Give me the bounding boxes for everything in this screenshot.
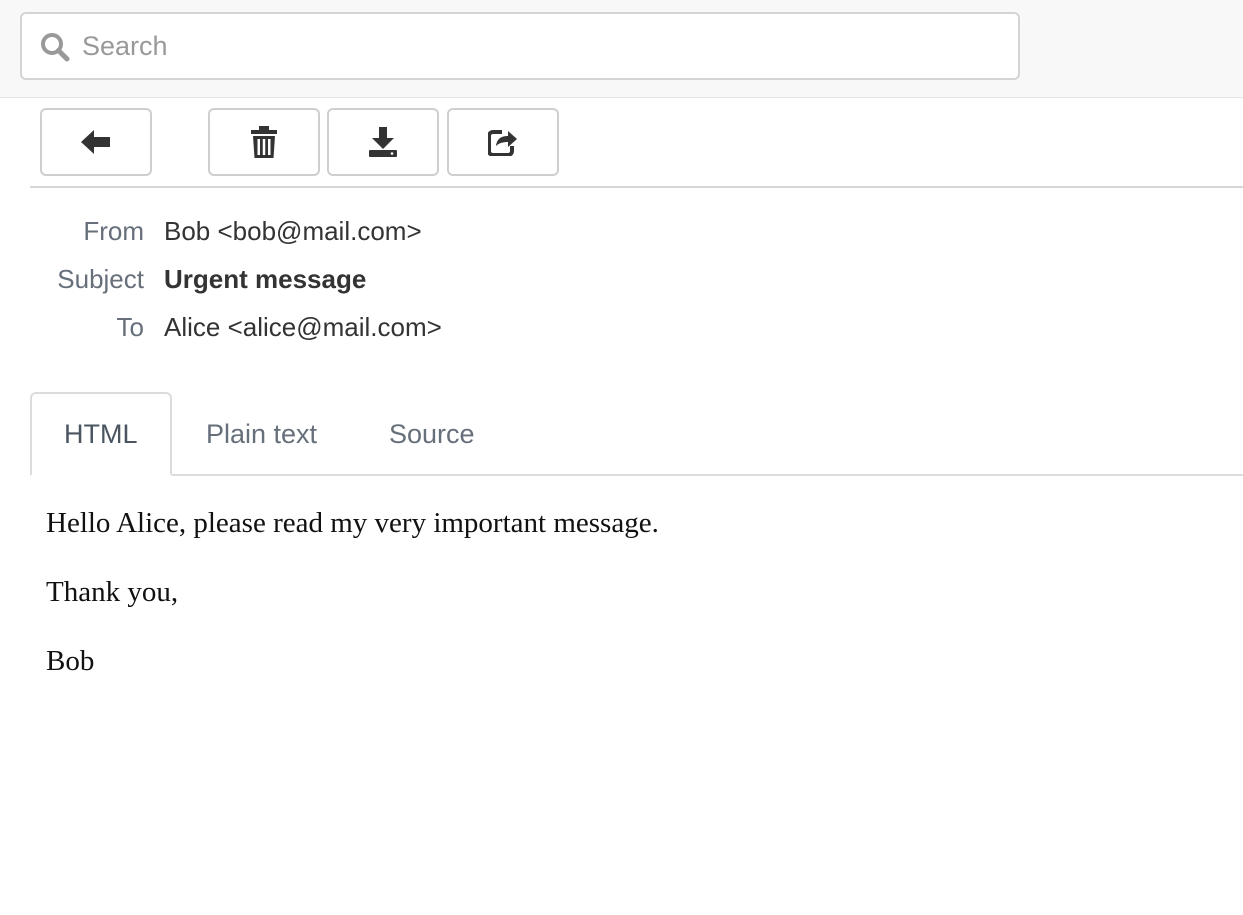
- tab-source[interactable]: Source: [357, 392, 507, 476]
- back-arrow-icon: [81, 130, 110, 154]
- toolbar-divider: [30, 186, 1243, 188]
- subject-label: Subject: [57, 264, 144, 294]
- to-label: To: [116, 312, 144, 342]
- share-icon: [488, 130, 517, 156]
- message-paragraph: Bob: [46, 645, 95, 677]
- download-icon: [369, 127, 397, 157]
- search-input[interactable]: [82, 16, 1002, 76]
- tab-html[interactable]: HTML: [30, 392, 172, 476]
- back-button[interactable]: [40, 108, 152, 176]
- message-paragraph: Hello Alice, please read my very importa…: [46, 507, 659, 539]
- from-value: Bob <bob@mail.com>: [164, 216, 422, 246]
- tab-plain-text[interactable]: Plain text: [174, 392, 349, 476]
- top-bar: [0, 0, 1243, 98]
- search-box[interactable]: [20, 12, 1020, 80]
- share-button[interactable]: [447, 108, 559, 176]
- message-paragraph: Thank you,: [46, 576, 179, 608]
- download-button[interactable]: [327, 108, 439, 176]
- trash-icon: [251, 126, 277, 158]
- message-body: Hello Alice, please read my very importa…: [46, 506, 1196, 713]
- to-value: Alice <alice@mail.com>: [164, 312, 442, 342]
- search-icon: [41, 33, 70, 62]
- subject-value: Urgent message: [164, 264, 367, 294]
- delete-button[interactable]: [208, 108, 320, 176]
- from-label: From: [83, 216, 144, 246]
